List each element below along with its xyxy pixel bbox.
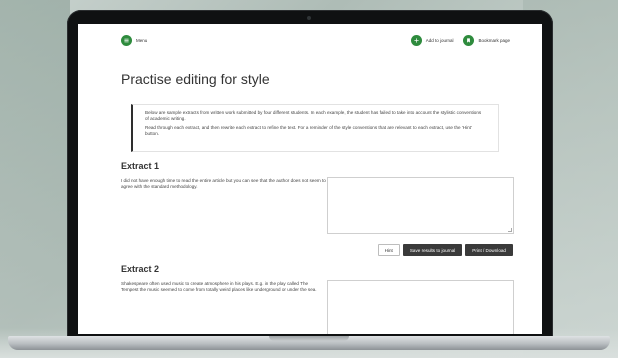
- extract-1-actions: Hint Save results to journal Print / Dow…: [377, 244, 513, 256]
- instructions-box: Below are sample extracts from written w…: [131, 104, 499, 152]
- bookmark-page-label: Bookmark page: [478, 38, 510, 43]
- save-results-button[interactable]: Save results to journal: [402, 244, 463, 256]
- add-to-journal-button[interactable]: Add to journal: [410, 35, 454, 46]
- instructions-paragraph: Below are sample extracts from written w…: [145, 110, 482, 121]
- plus-icon: [410, 35, 422, 46]
- hint-button[interactable]: Hint: [377, 244, 400, 256]
- page-title: Practise editing for style: [121, 71, 270, 87]
- laptop-bezel: Menu Add to journal Bookmark page Practi…: [67, 10, 553, 340]
- extract-2-heading: Extract 2: [121, 264, 160, 274]
- laptop-notch: [269, 336, 349, 341]
- instructions-paragraph: Read through each extract, and then rewr…: [145, 125, 472, 136]
- background-foliage-left: [0, 0, 70, 358]
- add-to-journal-label: Add to journal: [425, 38, 454, 43]
- bookmark-icon: [463, 35, 475, 46]
- extract-1-answer-field[interactable]: [327, 177, 514, 234]
- laptop-screen: Menu Add to journal Bookmark page Practi…: [78, 24, 542, 334]
- camera-icon: [307, 16, 311, 20]
- top-bar: Menu Add to journal Bookmark page: [78, 24, 542, 58]
- extract-2-answer-field[interactable]: [327, 280, 514, 334]
- extract-2-text: Shakespeare often used music to create a…: [121, 281, 317, 293]
- bookmark-page-button[interactable]: Bookmark page: [463, 35, 510, 46]
- menu-icon: [121, 35, 132, 46]
- extract-1-text: I did not have enough time to read the e…: [121, 178, 326, 190]
- print-download-button[interactable]: Print / Download: [465, 244, 513, 256]
- menu-button[interactable]: Menu: [121, 35, 147, 46]
- menu-label: Menu: [136, 38, 148, 43]
- extract-1-heading: Extract 1: [121, 161, 160, 171]
- resize-handle-icon[interactable]: [508, 228, 512, 232]
